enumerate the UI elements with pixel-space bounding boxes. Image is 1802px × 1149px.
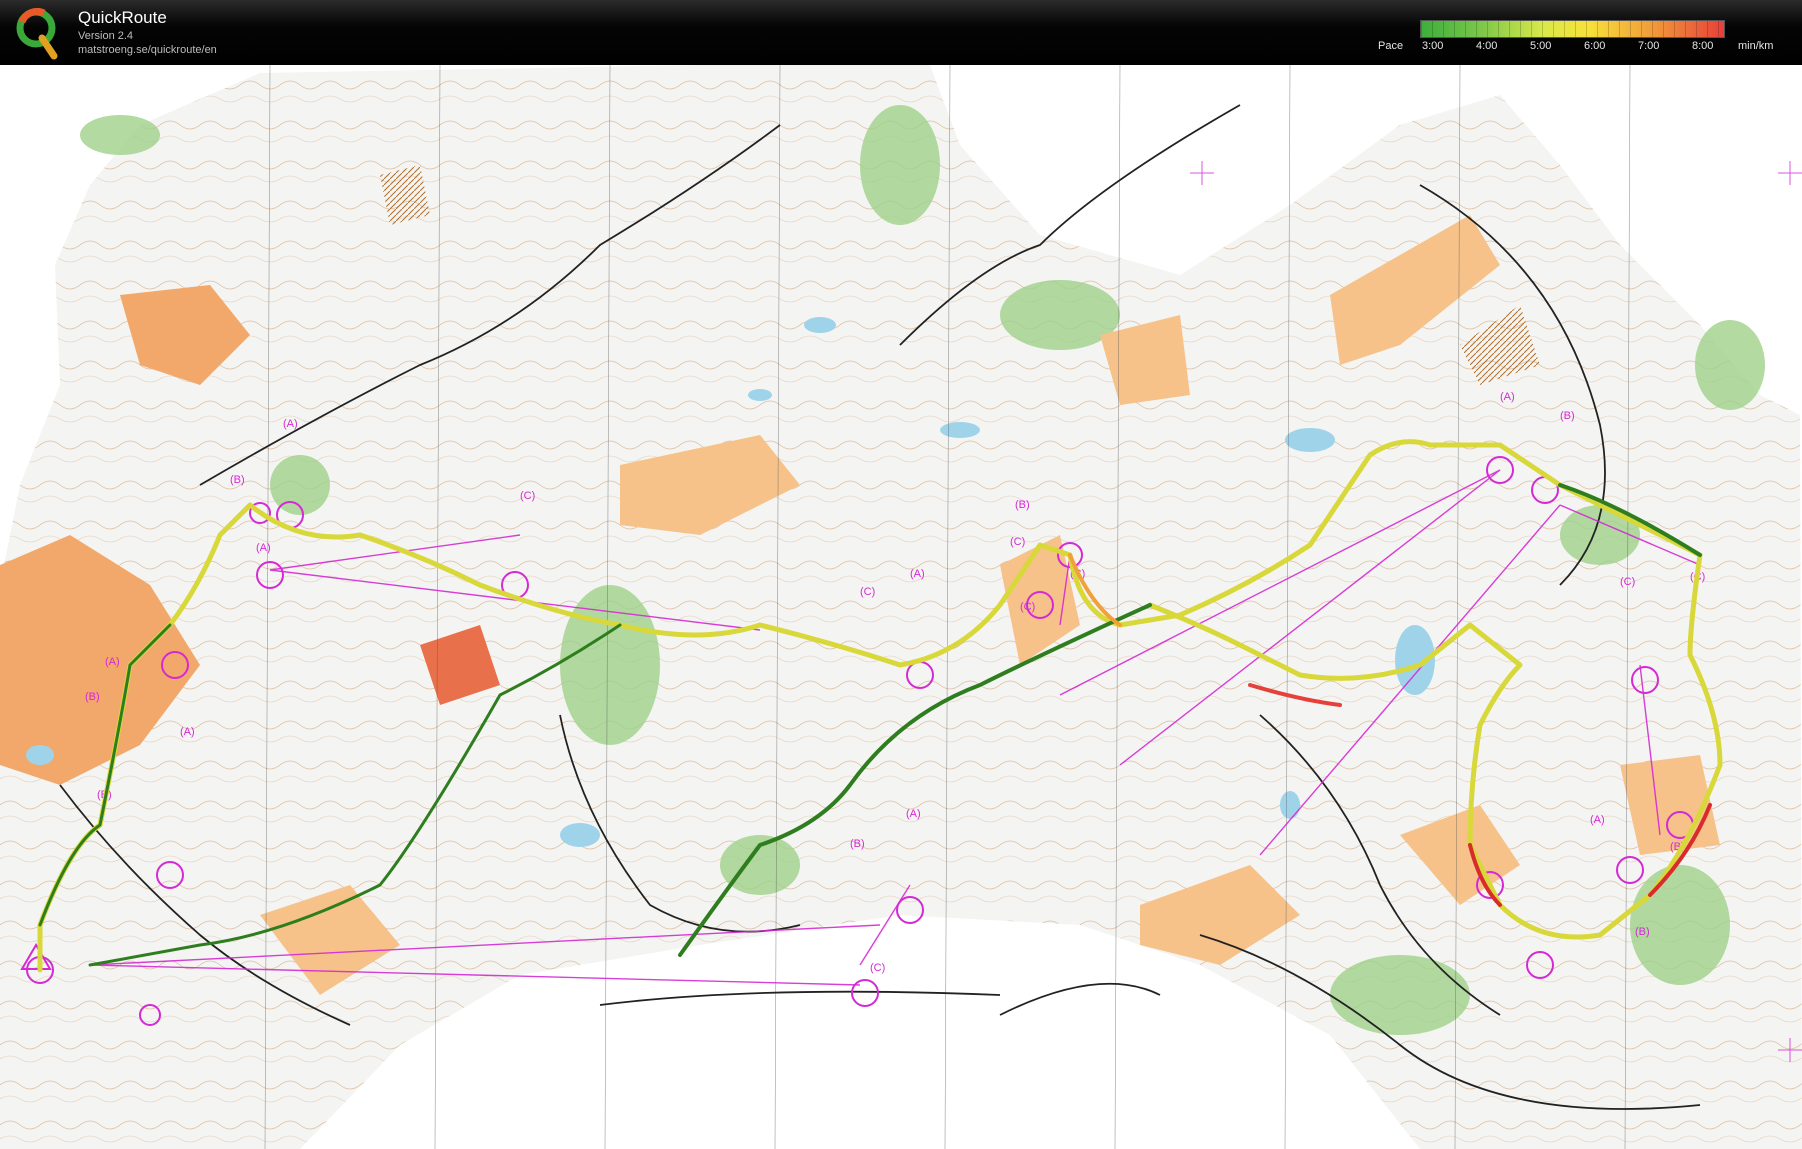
pace-tick: 3:00 bbox=[1422, 40, 1444, 52]
control-label: (B) bbox=[1015, 499, 1030, 511]
pace-tick: 5:00 bbox=[1530, 40, 1552, 52]
control-label: (C) bbox=[1020, 601, 1035, 613]
pace-tick: 8:00 bbox=[1692, 40, 1714, 52]
control-label: (A) bbox=[283, 418, 298, 430]
control-label: (C) bbox=[1620, 576, 1635, 588]
app-version: Version 2.4 bbox=[78, 30, 134, 42]
control-label: (A) bbox=[906, 808, 921, 820]
map-canvas[interactable]: (A) (B) (C) (A) (B) (C) (A) (C) (A) (B) … bbox=[0, 65, 1802, 1149]
control-label: (B) bbox=[1635, 926, 1650, 938]
control-label: (A) bbox=[105, 656, 120, 668]
pace-legend: Pace 3:00 4:00 5:00 6:00 7:00 8:00 min/k… bbox=[1370, 18, 1800, 58]
control-label: (A) bbox=[1590, 814, 1605, 826]
app-title: QuickRoute bbox=[78, 8, 167, 27]
control-label: (A) bbox=[910, 568, 925, 580]
control-label: (B) bbox=[850, 838, 865, 850]
pace-unit: min/km bbox=[1738, 40, 1774, 52]
quickroute-logo-icon bbox=[16, 7, 58, 60]
control-label: (A) bbox=[1500, 391, 1515, 403]
control-label: (A) bbox=[256, 542, 271, 554]
control-label: (B) bbox=[1560, 410, 1575, 422]
control-label: (B) bbox=[85, 691, 100, 703]
pace-tick: 6:00 bbox=[1584, 40, 1606, 52]
app-header: QuickRoute Version 2.4 matstroeng.se/qui… bbox=[0, 0, 1802, 65]
orienteering-map[interactable]: (A) (B) (C) (A) (B) (C) (A) (C) (A) (B) … bbox=[0, 65, 1802, 1149]
app-url[interactable]: matstroeng.se/quickroute/en bbox=[78, 44, 217, 56]
control-label: (C) bbox=[1010, 536, 1025, 548]
control-label: (C) bbox=[870, 962, 885, 974]
pace-tick: 7:00 bbox=[1638, 40, 1660, 52]
pace-tick: 4:00 bbox=[1476, 40, 1498, 52]
pace-label: Pace bbox=[1378, 40, 1404, 52]
control-label: (C) bbox=[520, 490, 535, 502]
control-label: (A) bbox=[180, 726, 195, 738]
control-label: (B) bbox=[230, 474, 245, 486]
control-label: (C) bbox=[860, 586, 875, 598]
terrain-base bbox=[0, 65, 1802, 1149]
pace-color-scale bbox=[1420, 20, 1725, 38]
